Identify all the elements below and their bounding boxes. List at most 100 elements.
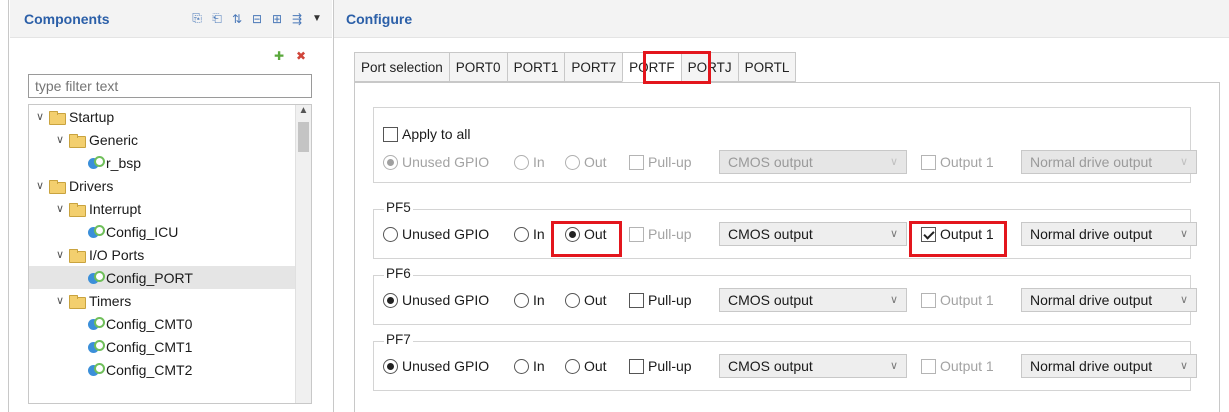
tree-item[interactable]: Config_CMT2 xyxy=(29,358,311,381)
tree-item[interactable]: Config_CMT0 xyxy=(29,312,311,335)
scroll-up-icon[interactable]: ▲ xyxy=(296,105,311,121)
tab-portj[interactable]: PORTJ xyxy=(680,52,738,82)
remove-component-icon[interactable]: ✖ xyxy=(294,49,308,63)
apply-pullup-checkbox[interactable]: Pull-up xyxy=(629,154,719,170)
apply-output1-checkbox[interactable]: Output 1 xyxy=(921,154,1015,170)
tab-portl[interactable]: PORTL xyxy=(737,52,797,82)
add-component-icon[interactable]: ✚ xyxy=(272,49,286,63)
chevron-down-icon: ∨ xyxy=(1179,294,1188,306)
chevron-down-icon[interactable]: ∨ xyxy=(53,202,67,215)
pin-group-pf5: PF5 Unused GPIO In Out Pull-up CMOS output ∨ Ou… xyxy=(373,200,1197,259)
tree-item-label: Drivers xyxy=(69,177,114,194)
component-config-icon xyxy=(87,155,105,170)
apply-output-type-select[interactable]: CMOS output ∨ xyxy=(719,150,907,174)
tree-item[interactable]: Config_CMT1 xyxy=(29,335,311,358)
component-config-icon xyxy=(87,270,105,285)
apply-in-radio[interactable]: In xyxy=(514,154,565,170)
output-type-select[interactable]: CMOS output ∨ xyxy=(719,354,907,378)
tab-port7[interactable]: PORT7 xyxy=(564,52,623,82)
tree-item[interactable]: Config_ICU xyxy=(29,220,311,243)
out-label: Out xyxy=(584,154,607,170)
output1-checkbox[interactable]: Output 1 xyxy=(921,358,1015,374)
chevron-down-icon[interactable]: ∨ xyxy=(33,179,47,192)
apply-all-row: Apply to all xyxy=(383,122,470,146)
out-label: Out xyxy=(584,226,607,242)
apply-all-checkbox[interactable]: Apply to all xyxy=(383,126,470,142)
in-label: In xyxy=(533,226,545,242)
collapse-all-icon[interactable]: ⊟ xyxy=(250,12,264,26)
output1-checkbox[interactable]: Output 1 xyxy=(921,226,1015,242)
tree-item[interactable]: ∨ Generic xyxy=(29,128,311,151)
tree-item[interactable]: ∨ I/O Ports xyxy=(29,243,311,266)
tree-item[interactable]: ∨ Drivers xyxy=(29,174,311,197)
output1-checkbox[interactable]: Output 1 xyxy=(921,292,1015,308)
components-toolbar: ⎘ ⎗ ⇅ ⊟ ⊞ ⇶ ▼ xyxy=(190,11,332,26)
tab-port0[interactable]: PORT0 xyxy=(448,52,507,82)
chevron-down-icon[interactable]: ∨ xyxy=(53,133,67,146)
pullup-checkbox[interactable]: Pull-up xyxy=(629,358,719,374)
tree-item[interactable]: Config_PORT xyxy=(29,266,311,289)
tree-scrollbar[interactable]: ▲ xyxy=(295,105,311,403)
in-radio[interactable]: In xyxy=(514,292,565,308)
drive-value: Normal drive output xyxy=(1030,226,1153,242)
drive-value: Normal drive output xyxy=(1030,292,1153,308)
pullup-checkbox[interactable]: Pull-up xyxy=(629,292,719,308)
unused-gpio-radio[interactable]: Unused GPIO xyxy=(383,358,514,374)
unused-label: Unused GPIO xyxy=(402,292,490,308)
drive-select[interactable]: Normal drive output ∨ xyxy=(1021,288,1197,312)
out-radio[interactable]: Out xyxy=(565,358,629,374)
component-config-icon xyxy=(87,224,105,239)
unused-gpio-radio[interactable]: Unused GPIO xyxy=(383,226,514,242)
expand-all-icon[interactable]: ⊞ xyxy=(270,12,284,26)
folder-icon xyxy=(49,110,66,125)
apply-all-check-box[interactable] xyxy=(383,126,398,142)
tab-port1[interactable]: PORT1 xyxy=(506,52,565,82)
export-icon[interactable]: ⎗ xyxy=(210,11,224,26)
chevron-down-icon: ∨ xyxy=(889,228,898,240)
tree-item[interactable]: ∨ Startup xyxy=(29,105,311,128)
unused-gpio-radio[interactable]: Unused GPIO xyxy=(383,292,514,308)
pin-group-pf7: PF7 Unused GPIO In Out Pull-up CMOS output ∨ Ou… xyxy=(373,332,1197,391)
drive-select[interactable]: Normal drive output ∨ xyxy=(1021,222,1197,246)
tree-item-label: I/O Ports xyxy=(89,246,145,263)
chevron-down-icon[interactable]: ∨ xyxy=(33,110,47,123)
output-type-select[interactable]: CMOS output ∨ xyxy=(719,288,907,312)
in-radio[interactable]: In xyxy=(514,226,565,242)
tree-item[interactable]: r_bsp xyxy=(29,151,311,174)
drive-select[interactable]: Normal drive output ∨ xyxy=(1021,354,1197,378)
pin-name: PF5 xyxy=(384,200,413,215)
apply-drive-select[interactable]: Normal drive output ∨ xyxy=(1021,150,1197,174)
chevron-down-icon[interactable]: ∨ xyxy=(53,248,67,261)
apply-unused-radio[interactable]: Unused GPIO xyxy=(383,154,514,170)
chevron-down-icon: ∨ xyxy=(889,360,898,372)
tree-item-label: Timers xyxy=(89,292,132,309)
filter-input[interactable] xyxy=(28,74,312,98)
out-label: Out xyxy=(584,358,607,374)
tree-item[interactable]: ∨ Interrupt xyxy=(29,197,311,220)
tree-item-label: r_bsp xyxy=(106,154,142,171)
tree-item-label: Config_PORT xyxy=(106,269,193,286)
output-type-select[interactable]: CMOS output ∨ xyxy=(719,222,907,246)
tree-item-label: Interrupt xyxy=(89,200,142,217)
tab-port-selection[interactable]: Port selection xyxy=(354,52,449,82)
out-radio[interactable]: Out xyxy=(565,226,629,242)
out-radio[interactable]: Out xyxy=(565,292,629,308)
tab-portf[interactable]: PORTF xyxy=(622,52,681,82)
view-menu-icon[interactable]: ▼ xyxy=(310,12,324,26)
pullup-checkbox[interactable]: Pull-up xyxy=(629,226,719,242)
sort-icon[interactable]: ⇅ xyxy=(230,12,244,26)
component-config-icon xyxy=(87,339,105,354)
port-config-area: Apply to all Unused GPIO In Out Pull-up xyxy=(354,82,1220,412)
pullup-label: Pull-up xyxy=(648,292,692,308)
filter-icon[interactable]: ⇶ xyxy=(290,12,304,26)
chevron-down-icon[interactable]: ∨ xyxy=(53,294,67,307)
import-icon[interactable]: ⎘ xyxy=(190,11,204,26)
in-radio[interactable]: In xyxy=(514,358,565,374)
tree-item[interactable]: ∨ Timers xyxy=(29,289,311,312)
pin-name: PF6 xyxy=(384,266,413,281)
scroll-thumb[interactable] xyxy=(298,122,309,152)
output1-label: Output 1 xyxy=(940,292,994,308)
pin-group-pf6: PF6 Unused GPIO In Out Pull-up CMOS output ∨ Ou… xyxy=(373,266,1197,325)
apply-out-radio[interactable]: Out xyxy=(565,154,629,170)
components-header: Components ⎘ ⎗ ⇅ ⊟ ⊞ ⇶ ▼ xyxy=(10,0,332,38)
